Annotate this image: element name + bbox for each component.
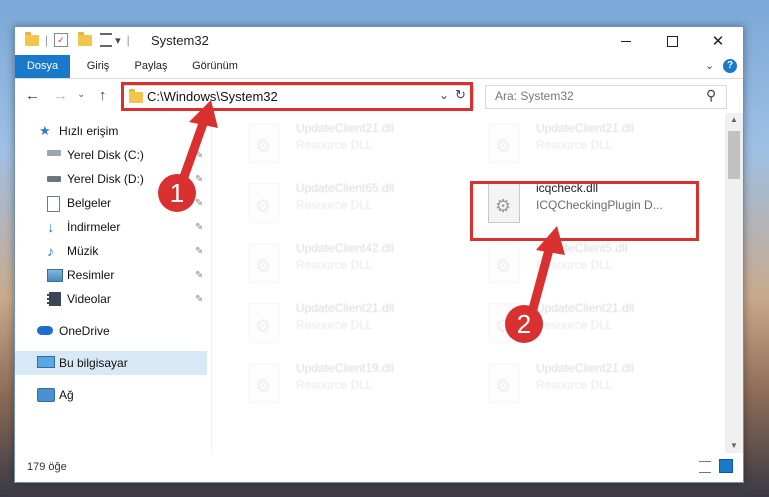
arrow-2 <box>525 226 565 325</box>
step-badge-1: 1 <box>158 174 196 212</box>
arrow-1 <box>175 100 218 193</box>
annotation-arrows <box>175 100 565 325</box>
step-badge-2: 2 <box>505 305 543 343</box>
